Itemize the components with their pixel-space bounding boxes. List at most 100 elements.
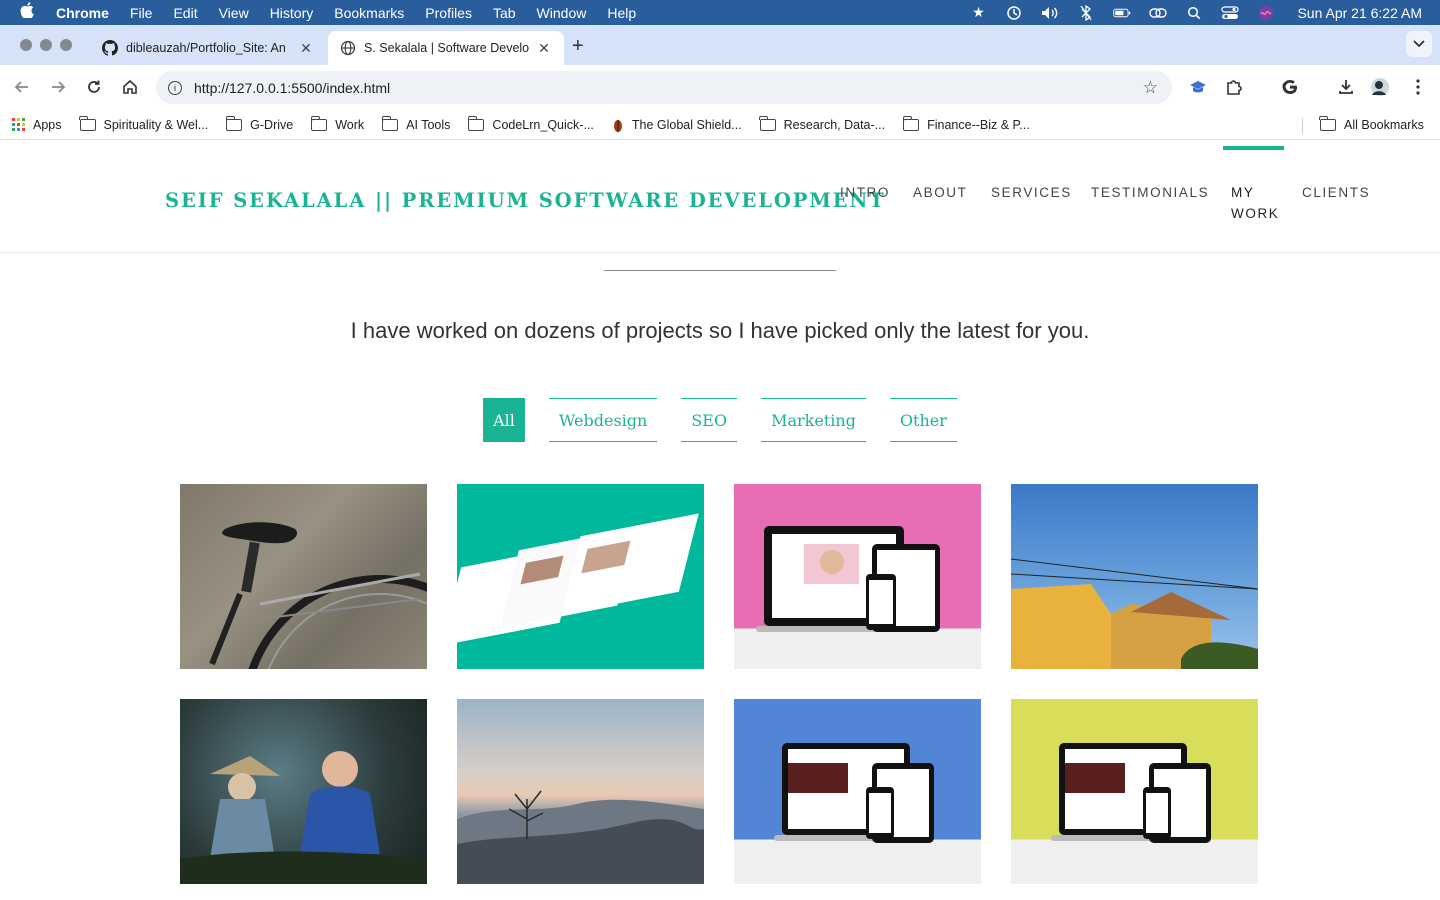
portfolio-item-responsive-pink[interactable]: [734, 484, 981, 669]
bookmark-label: Apps: [33, 117, 62, 132]
profile-avatar[interactable]: [1370, 77, 1390, 97]
menu-history[interactable]: History: [270, 5, 314, 21]
bookmark-folder[interactable]: Finance--Biz & P...: [902, 115, 1030, 132]
bookmark-label: Finance--Biz & P...: [927, 117, 1030, 132]
bookmark-label: Spirituality & Wel...: [103, 117, 209, 132]
bookmark-all[interactable]: All Bookmarks: [1319, 115, 1424, 132]
menu-window[interactable]: Window: [537, 5, 587, 21]
bookmark-folder[interactable]: Research, Data-...: [759, 115, 886, 132]
new-tab-icon[interactable]: +: [572, 35, 584, 58]
portfolio-item-webdesign-mockup[interactable]: [457, 484, 704, 669]
siri-icon[interactable]: [1257, 5, 1275, 20]
extension-cap-icon[interactable]: [1188, 77, 1208, 97]
battery-icon[interactable]: [1113, 6, 1131, 20]
portfolio-item-figurines[interactable]: [180, 699, 427, 884]
bookmark-apps[interactable]: Apps: [12, 118, 62, 132]
folder-icon: [467, 115, 485, 131]
bookmark-label: Research, Data-...: [783, 117, 886, 132]
menu-file[interactable]: File: [130, 5, 153, 21]
folder-icon: [1319, 115, 1336, 131]
responsive-devices-image: [756, 526, 940, 632]
shield-bug-icon: [612, 117, 624, 133]
close-tab-icon[interactable]: ✕: [536, 40, 552, 57]
filter-seo[interactable]: SEO: [681, 398, 738, 442]
portfolio-filters: All Webdesign SEO Marketing Other: [0, 398, 1440, 442]
yellow-wall-image: [1011, 558, 1258, 669]
folder-icon: [225, 115, 243, 131]
filter-other[interactable]: Other: [889, 398, 957, 442]
window-controls: [20, 39, 72, 51]
filter-webdesign[interactable]: Webdesign: [548, 398, 658, 442]
portfolio-item-responsive-lime[interactable]: [1011, 699, 1258, 884]
star-status-icon[interactable]: ★: [969, 4, 987, 20]
section-divider: [604, 270, 836, 271]
close-window-button[interactable]: [20, 39, 32, 51]
home-icon[interactable]: [120, 77, 140, 97]
folder-icon: [310, 115, 328, 131]
bookmark-folder[interactable]: G-Drive: [225, 115, 293, 132]
portfolio-item-bicycle[interactable]: [180, 484, 427, 669]
bookmark-folder[interactable]: Spirituality & Wel...: [78, 115, 209, 132]
apple-icon[interactable]: [20, 2, 36, 23]
bookmark-label: Work: [335, 117, 365, 132]
bookmark-folder[interactable]: Work: [310, 115, 365, 132]
nav-about[interactable]: ABOUT: [913, 182, 968, 203]
bookmarks-divider: [1302, 118, 1303, 134]
download-icon[interactable]: [1336, 77, 1356, 97]
bluetooth-off-icon[interactable]: [1077, 4, 1095, 21]
chrome-tab-strip: dibleauzah/Portfolio_Site: An ✕ S. Sekal…: [0, 25, 1440, 65]
url-text[interactable]: http://127.0.0.1:5500/index.html: [194, 80, 390, 96]
tab-portfolio[interactable]: S. Sekalala | Software Develo ✕: [328, 31, 564, 65]
menu-bookmarks[interactable]: Bookmarks: [334, 5, 404, 21]
responsive-devices-image: [1051, 743, 1211, 843]
google-icon[interactable]: [1280, 77, 1300, 97]
tab-search-button[interactable]: [1406, 31, 1432, 57]
volume-icon[interactable]: [1041, 6, 1059, 20]
nav-my-work[interactable]: MY WORK: [1222, 146, 1285, 224]
menu-tab[interactable]: Tab: [493, 5, 516, 21]
menu-edit[interactable]: Edit: [173, 5, 197, 21]
menu-chrome[interactable]: Chrome: [56, 5, 109, 21]
github-icon: [102, 40, 118, 56]
nav-clients[interactable]: CLIENTS: [1302, 182, 1370, 203]
figurines-image: [180, 751, 427, 884]
tab-github[interactable]: dibleauzah/Portfolio_Site: An ✕: [90, 31, 326, 65]
portfolio-grid: [180, 484, 1258, 884]
bookmark-folder[interactable]: AI Tools: [381, 115, 450, 132]
zoom-window-button[interactable]: [60, 39, 72, 51]
portfolio-item-yellow-wall[interactable]: [1011, 484, 1258, 669]
nav-intro[interactable]: INTRO: [840, 182, 890, 203]
portfolio-item-mountain-sunrise[interactable]: [457, 699, 704, 884]
bookmark-folder[interactable]: CodeLrn_Quick-...: [467, 115, 594, 132]
bookmark-global-shield[interactable]: The Global Shield...: [612, 117, 742, 133]
folder-icon: [381, 115, 399, 131]
address-bar[interactable]: i http://127.0.0.1:5500/index.html ☆: [156, 71, 1172, 104]
filter-marketing[interactable]: Marketing: [761, 398, 866, 442]
minimize-window-button[interactable]: [40, 39, 52, 51]
time-machine-icon[interactable]: [1005, 5, 1023, 20]
control-center-icon[interactable]: [1221, 5, 1240, 20]
site-brand[interactable]: SEIF SEKALALA || PREMIUM SOFTWARE DEVELO…: [165, 189, 886, 212]
filter-all[interactable]: All: [483, 398, 525, 442]
responsive-devices-image: [774, 743, 934, 843]
link-icon[interactable]: [1149, 6, 1168, 20]
tab-title: dibleauzah/Portfolio_Site: An: [126, 41, 286, 55]
bookmark-star-icon[interactable]: ☆: [1143, 78, 1158, 98]
extensions-puzzle-icon[interactable]: [1224, 77, 1244, 97]
forward-arrow-icon[interactable]: [48, 77, 68, 97]
portfolio-item-responsive-blue[interactable]: [734, 699, 981, 884]
menu-profiles[interactable]: Profiles: [425, 5, 472, 21]
close-tab-icon[interactable]: ✕: [298, 40, 314, 57]
reload-icon[interactable]: [84, 77, 104, 97]
back-arrow-icon[interactable]: [12, 77, 32, 97]
browser-toolbar: i http://127.0.0.1:5500/index.html ☆: [0, 65, 1440, 110]
globe-icon: [340, 40, 356, 56]
menu-view[interactable]: View: [219, 5, 249, 21]
menu-help[interactable]: Help: [607, 5, 636, 21]
menubar-clock[interactable]: Sun Apr 21 6:22 AM: [1297, 5, 1422, 21]
nav-testimonials[interactable]: TESTIMONIALS: [1091, 182, 1209, 203]
spotlight-search-icon[interactable]: [1185, 6, 1203, 20]
site-info-icon[interactable]: i: [168, 80, 182, 95]
more-menu-icon[interactable]: [1408, 77, 1428, 97]
nav-services[interactable]: SERVICES: [991, 182, 1072, 203]
